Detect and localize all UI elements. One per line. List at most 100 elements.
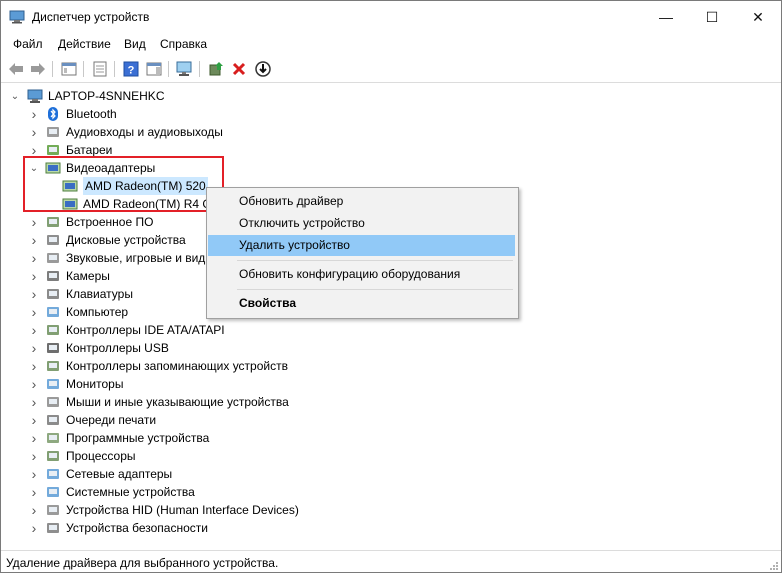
- ctx-update-driver[interactable]: Обновить драйвер: [208, 191, 515, 212]
- tree-category-item[interactable]: › Программные устройства: [1, 429, 361, 447]
- ctx-scan-hardware[interactable]: Обновить конфигурацию оборудования: [208, 264, 515, 285]
- ctx-scan-hardware-label: Обновить конфигурацию оборудования: [239, 267, 461, 281]
- uninstall-device-button[interactable]: [229, 59, 249, 79]
- disable-device-button[interactable]: [253, 59, 273, 79]
- tree-root-label: LAPTOP-4SNNEHKC: [48, 89, 165, 103]
- chevron-right-icon[interactable]: ›: [29, 123, 39, 141]
- ctx-uninstall-device-label: Удалить устройство: [239, 238, 350, 252]
- menu-help[interactable]: Справка: [160, 37, 207, 51]
- close-button[interactable]: ✕: [735, 1, 781, 33]
- chevron-right-icon[interactable]: ›: [29, 213, 39, 231]
- chevron-right-icon[interactable]: ›: [29, 411, 39, 429]
- tree-category-item[interactable]: › Сетевые адаптеры: [1, 465, 361, 483]
- ctx-separator: [237, 289, 513, 290]
- tree-item-label: Камеры: [66, 269, 110, 283]
- chevron-right-icon[interactable]: ›: [29, 393, 39, 411]
- help-button[interactable]: ?: [121, 59, 141, 79]
- tree-category-item[interactable]: › Системные устройства: [1, 483, 361, 501]
- tree-item-label: Мыши и иные указывающие устройства: [66, 395, 289, 409]
- properties-button[interactable]: [90, 59, 110, 79]
- menu-action[interactable]: Действие: [58, 37, 111, 51]
- show-hide-tree-button[interactable]: [59, 59, 79, 79]
- tree-category-item[interactable]: › Контроллеры IDE ATA/ATAPI: [1, 321, 361, 339]
- tree-category-item[interactable]: › Аудиовходы и аудиовыходы: [1, 123, 361, 141]
- update-driver-button[interactable]: [206, 59, 226, 79]
- chevron-right-icon[interactable]: ›: [29, 105, 39, 123]
- chevron-right-icon[interactable]: ›: [29, 231, 39, 249]
- menu-view[interactable]: Вид: [124, 37, 146, 51]
- forward-button[interactable]: [28, 59, 48, 79]
- context-menu: Обновить драйвер Отключить устройство Уд…: [206, 187, 519, 319]
- minimize-button[interactable]: —: [643, 1, 689, 33]
- firmware-icon: [47, 217, 59, 227]
- tree-item-label: Звуковые, игровые и вид: [66, 251, 206, 265]
- maximize-button[interactable]: ☐: [689, 1, 735, 33]
- chevron-right-icon[interactable]: ›: [29, 447, 39, 465]
- tree-root[interactable]: ⌄ LAPTOP-4SNNEHKC: [1, 87, 301, 105]
- tree-item-label: Клавиатуры: [66, 287, 133, 301]
- computer-root-icon: [27, 89, 43, 103]
- scan-hardware-button[interactable]: [175, 59, 195, 79]
- ctx-uninstall-device[interactable]: Удалить устройство: [208, 235, 515, 256]
- ctx-properties-label: Свойства: [239, 296, 297, 310]
- chevron-right-icon[interactable]: ›: [29, 303, 39, 321]
- network-adapter-icon: [47, 469, 59, 479]
- disk-drive-icon: [47, 235, 59, 245]
- uninstall-x-icon: [232, 62, 246, 76]
- tree-item-label: Контроллеры запоминающих устройств: [66, 359, 288, 373]
- keyboard-icon: [47, 289, 59, 299]
- chevron-right-icon[interactable]: ›: [29, 285, 39, 303]
- ctx-update-driver-label: Обновить драйвер: [239, 194, 344, 208]
- resize-grip-icon[interactable]: [769, 561, 779, 571]
- tree-item-label: Устройства безопасности: [66, 521, 208, 535]
- tree-category-item[interactable]: › Процессоры: [1, 447, 361, 465]
- ide-controller-icon: [47, 325, 59, 335]
- ctx-disable-device[interactable]: Отключить устройство: [208, 213, 515, 234]
- tree-item-label: Контроллеры IDE ATA/ATAPI: [66, 323, 225, 337]
- chevron-right-icon[interactable]: ›: [29, 249, 39, 267]
- hid-icon: [47, 505, 59, 515]
- annotation-highlight-box: [23, 156, 224, 212]
- mouse-icon: [47, 397, 59, 407]
- tree-category-item[interactable]: › Мониторы: [1, 375, 361, 393]
- device-manager-icon: [9, 10, 25, 24]
- action-pane-button[interactable]: [144, 59, 164, 79]
- chevron-right-icon[interactable]: ›: [29, 483, 39, 501]
- tree-item-label: Системные устройства: [66, 485, 195, 499]
- chevron-right-icon[interactable]: ›: [29, 465, 39, 483]
- tree-item-label: Встроенное ПО: [66, 215, 154, 229]
- device-manager-window: Диспетчер устройств — ☐ ✕ Файл Действие …: [0, 0, 782, 573]
- tree-category-item[interactable]: › Контроллеры запоминающих устройств: [1, 357, 361, 375]
- tree-category-item[interactable]: › Очереди печати: [1, 411, 361, 429]
- monitor-icon: [47, 379, 59, 389]
- chevron-right-icon[interactable]: ›: [29, 339, 39, 357]
- ctx-properties[interactable]: Свойства: [208, 293, 515, 314]
- chevron-right-icon[interactable]: ›: [29, 429, 39, 447]
- tree-category-item[interactable]: › Мыши и иные указывающие устройства: [1, 393, 361, 411]
- chevron-down-icon[interactable]: ⌄: [10, 87, 20, 105]
- processor-icon: [47, 451, 59, 461]
- tree-category-item[interactable]: › Устройства HID (Human Interface Devices…: [1, 501, 361, 519]
- tree-category-item[interactable]: › Bluetooth: [1, 105, 361, 123]
- chevron-right-icon[interactable]: ›: [29, 501, 39, 519]
- tree-item-label: Устройства HID (Human Interface Devices): [66, 503, 299, 517]
- tree-category-item[interactable]: › Устройства безопасности: [1, 519, 361, 537]
- title-bar[interactable]: Диспетчер устройств — ☐ ✕: [1, 1, 781, 33]
- status-text: Удаление драйвера для выбранного устройс…: [6, 556, 279, 570]
- bluetooth-icon: [48, 107, 58, 121]
- back-button[interactable]: [6, 59, 26, 79]
- menu-file[interactable]: Файл: [13, 37, 43, 51]
- tree-item-label: Мониторы: [66, 377, 124, 391]
- chevron-right-icon[interactable]: ›: [29, 375, 39, 393]
- chevron-right-icon[interactable]: ›: [29, 519, 39, 537]
- properties-sheet-icon: [93, 61, 107, 77]
- chevron-right-icon[interactable]: ›: [29, 357, 39, 375]
- chevron-right-icon[interactable]: ›: [29, 321, 39, 339]
- tree-item-label: Контроллеры USB: [66, 341, 169, 355]
- chevron-right-icon[interactable]: ›: [29, 267, 39, 285]
- camera-icon: [47, 271, 59, 281]
- tree-category-item[interactable]: › Контроллеры USB: [1, 339, 361, 357]
- speaker-icon: [47, 253, 59, 263]
- audio-io-icon: [47, 127, 59, 137]
- tree-item-label: Bluetooth: [66, 107, 117, 121]
